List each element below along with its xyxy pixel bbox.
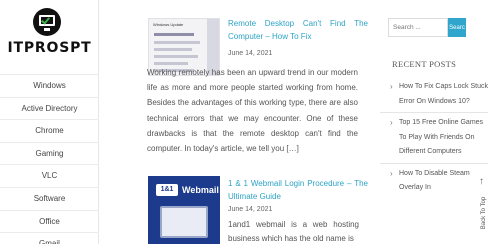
monitor-check-icon [33, 8, 61, 36]
nav-item-office[interactable]: Office [0, 211, 99, 234]
recent-post-title: How To Fix Caps Lock Stuck Error On Wind… [399, 83, 488, 105]
recent-posts-heading: RECENT POSTS [392, 59, 457, 69]
post-excerpt: 1and1 webmail is a web hosting business … [228, 220, 359, 243]
post-title[interactable]: 1 & 1 Webmail Login Procedure – The Ulti… [228, 178, 368, 203]
back-to-top-button[interactable]: ↑ Back To Top [478, 176, 490, 242]
thumbnail-title: Windows Update [153, 22, 184, 27]
post-title[interactable]: Remote Desktop Can't Find The Computer –… [228, 18, 368, 43]
chevron-right-icon: › [390, 82, 393, 91]
recent-post-item[interactable]: › Top 15 Free Online Games To Play With … [380, 113, 488, 164]
post-date: June 14, 2021 [228, 206, 273, 213]
chevron-right-icon: › [390, 118, 393, 127]
recent-post-item[interactable]: › How To Disable Steam Overlay In [380, 164, 488, 199]
site-name: ITPROSPT [7, 40, 92, 56]
thumbnail-title: Webmail [182, 185, 219, 195]
nav-item-windows[interactable]: Windows [0, 75, 99, 98]
nav-item-chrome[interactable]: Chrome [0, 120, 99, 143]
recent-post-title: How To Disable Steam Overlay In [399, 169, 470, 192]
nav-item-gaming[interactable]: Gaming [0, 143, 99, 166]
search-button[interactable]: Searc [448, 18, 466, 37]
nav-item-gmail[interactable]: Gmail [0, 233, 99, 244]
site-logo[interactable]: ITPROSPT [0, 0, 99, 62]
search-input[interactable] [388, 18, 448, 37]
post-excerpt: Working remotely has been an upward tren… [147, 68, 358, 154]
laptop-image [160, 206, 208, 238]
post-thumbnail-webmail[interactable]: 1&1 Webmail [148, 176, 220, 244]
recent-post-title: Top 15 Free Online Games To Play With Fr… [399, 119, 484, 155]
category-nav: Windows Active Directory Chrome Gaming V… [0, 74, 99, 244]
left-sidebar: ITPROSPT Windows Active Directory Chrome… [0, 0, 99, 244]
post-date: June 14, 2021 [228, 50, 273, 57]
recent-posts-list: › How To Fix Caps Lock Stuck Error On Wi… [380, 77, 488, 199]
brand-badge: 1&1 [156, 184, 178, 196]
nav-item-software[interactable]: Software [0, 188, 99, 211]
back-to-top-label: Back To Top [481, 196, 487, 230]
nav-item-vlc[interactable]: VLC [0, 165, 99, 188]
recent-post-item[interactable]: › How To Fix Caps Lock Stuck Error On Wi… [380, 77, 488, 113]
chevron-right-icon: › [390, 168, 393, 178]
nav-item-active-directory[interactable]: Active Directory [0, 98, 99, 121]
post-list: Windows Update Remote Desktop Can't Find… [99, 0, 380, 244]
